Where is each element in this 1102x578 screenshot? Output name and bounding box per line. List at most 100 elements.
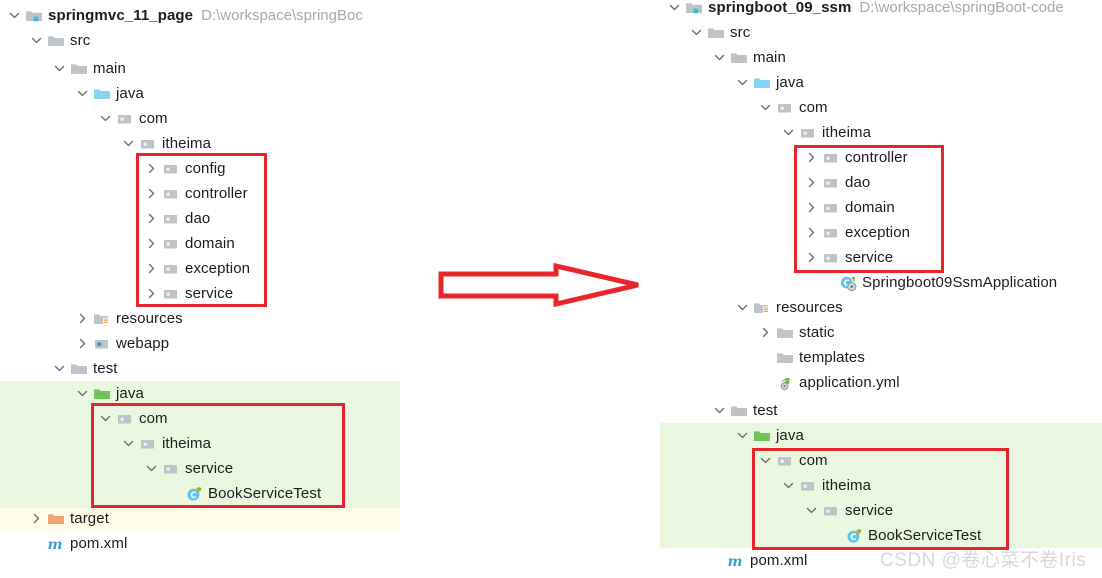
chevron-down-icon[interactable] xyxy=(757,448,773,473)
tree-row-java-main[interactable]: java xyxy=(74,81,144,106)
tree-row-domain[interactable]: domain xyxy=(803,195,895,220)
chevron-down-icon[interactable] xyxy=(120,431,136,456)
chevron-down-icon[interactable] xyxy=(74,81,90,106)
package-icon xyxy=(162,260,180,278)
tree-row-bookservicetest[interactable]: C BookServiceTest xyxy=(166,481,321,506)
tree-row-service[interactable]: service xyxy=(803,245,893,270)
tree-row-springboot-application[interactable]: C Springboot09SsmApplication xyxy=(820,270,1057,295)
tree-row-static[interactable]: static xyxy=(757,320,835,345)
chevron-down-icon[interactable] xyxy=(28,28,44,53)
tree-row-templates[interactable]: templates xyxy=(757,345,865,370)
tree-row-label: java xyxy=(776,74,804,91)
tree-row-label: exception xyxy=(185,260,251,277)
tree-row-service-test[interactable]: service xyxy=(143,456,233,481)
tree-row-label: com xyxy=(799,99,828,116)
tree-row-target[interactable]: target xyxy=(28,506,109,531)
left-project-tree[interactable]: springmvc_11_page D:\workspace\springBoc… xyxy=(0,0,400,578)
tree-row-controller[interactable]: controller xyxy=(143,181,248,206)
tree-row-label: java xyxy=(116,85,144,102)
maven-icon: m xyxy=(727,552,745,570)
tree-row-itheima-test[interactable]: itheima xyxy=(120,431,211,456)
tree-row-webapp[interactable]: webapp xyxy=(74,331,169,356)
chevron-right-icon[interactable] xyxy=(143,281,159,306)
chevron-right-icon[interactable] xyxy=(143,156,159,181)
tree-row-exception[interactable]: exception xyxy=(143,256,250,281)
tree-row-label: controller xyxy=(845,149,908,166)
tree-row-dao[interactable]: dao xyxy=(143,206,210,231)
tree-row-com-main[interactable]: com xyxy=(757,95,828,120)
chevron-right-icon[interactable] xyxy=(757,320,773,345)
tree-row-itheima-test[interactable]: itheima xyxy=(780,473,871,498)
chevron-right-icon[interactable] xyxy=(74,331,90,356)
tree-row-pom-xml[interactable]: m pom.xml xyxy=(28,531,128,556)
chevron-right-icon[interactable] xyxy=(803,220,819,245)
chevron-down-icon[interactable] xyxy=(780,473,796,498)
tree-row-resources[interactable]: resources xyxy=(734,295,843,320)
tree-row-test[interactable]: test xyxy=(711,398,778,423)
package-icon xyxy=(162,235,180,253)
tree-row-main[interactable]: main xyxy=(711,45,786,70)
chevron-right-icon[interactable] xyxy=(143,256,159,281)
chevron-right-icon[interactable] xyxy=(803,170,819,195)
tree-row-label: resources xyxy=(776,299,843,316)
chevron-right-icon[interactable] xyxy=(28,506,44,531)
chevron-down-icon[interactable] xyxy=(666,0,682,20)
tree-row-controller[interactable]: controller xyxy=(803,145,908,170)
tree-row-resources[interactable]: resources xyxy=(74,306,183,331)
tree-row-label: itheima xyxy=(162,435,212,452)
tree-row-com-test[interactable]: com xyxy=(97,406,168,431)
tree-row-service-test[interactable]: service xyxy=(803,498,893,523)
tree-row-project[interactable]: springmvc_11_page D:\workspace\springBoc xyxy=(6,3,363,28)
chevron-down-icon[interactable] xyxy=(780,120,796,145)
test-sources-folder-icon xyxy=(753,427,771,445)
chevron-down-icon[interactable] xyxy=(757,95,773,120)
right-project-tree[interactable]: springboot_09_ssm D:\workspace\springBoo… xyxy=(660,0,1102,578)
tree-row-com-main[interactable]: com xyxy=(97,106,168,131)
tree-row-exception[interactable]: exception xyxy=(803,220,910,245)
tree-row-application-yml[interactable]: application.yml xyxy=(757,370,900,395)
tree-row-src[interactable]: src xyxy=(688,20,750,45)
chevron-down-icon[interactable] xyxy=(734,70,750,95)
chevron-right-icon[interactable] xyxy=(143,231,159,256)
tree-row-main[interactable]: main xyxy=(51,56,126,81)
chevron-down-icon[interactable] xyxy=(688,20,704,45)
tree-row-java-main[interactable]: java xyxy=(734,70,804,95)
tree-row-config[interactable]: config xyxy=(143,156,226,181)
chevron-down-icon[interactable] xyxy=(803,498,819,523)
chevron-down-icon[interactable] xyxy=(97,406,113,431)
tree-row-dao[interactable]: dao xyxy=(803,170,870,195)
tree-row-itheima-main[interactable]: itheima xyxy=(120,131,211,156)
chevron-down-icon[interactable] xyxy=(74,381,90,406)
tree-row-project[interactable]: springboot_09_ssm D:\workspace\springBoo… xyxy=(666,0,1064,20)
chevron-right-icon[interactable] xyxy=(143,181,159,206)
chevron-down-icon[interactable] xyxy=(6,3,22,28)
tree-row-src[interactable]: src xyxy=(28,28,90,53)
tree-row-test[interactable]: test xyxy=(51,356,118,381)
chevron-right-icon[interactable] xyxy=(803,195,819,220)
tree-row-java-test[interactable]: java xyxy=(74,381,144,406)
chevron-right-icon[interactable] xyxy=(803,245,819,270)
chevron-right-icon[interactable] xyxy=(803,145,819,170)
tree-row-itheima-main[interactable]: itheima xyxy=(780,120,871,145)
chevron-down-icon[interactable] xyxy=(711,45,727,70)
tree-row-java-test[interactable]: java xyxy=(734,423,804,448)
chevron-down-icon[interactable] xyxy=(120,131,136,156)
chevron-right-icon[interactable] xyxy=(143,206,159,231)
chevron-down-icon[interactable] xyxy=(51,56,67,81)
chevron-right-icon[interactable] xyxy=(74,306,90,331)
chevron-down-icon[interactable] xyxy=(734,423,750,448)
chevron-down-icon[interactable] xyxy=(51,356,67,381)
chevron-down-icon[interactable] xyxy=(711,398,727,423)
tree-row-pom-xml[interactable]: m pom.xml xyxy=(708,548,808,573)
chevron-down-icon[interactable] xyxy=(143,456,159,481)
tree-row-service[interactable]: service xyxy=(143,281,233,306)
tree-row-com-test[interactable]: com xyxy=(757,448,828,473)
package-icon xyxy=(799,124,817,142)
chevron-down-icon[interactable] xyxy=(734,295,750,320)
tree-row-domain[interactable]: domain xyxy=(143,231,235,256)
chevron-down-icon[interactable] xyxy=(97,106,113,131)
